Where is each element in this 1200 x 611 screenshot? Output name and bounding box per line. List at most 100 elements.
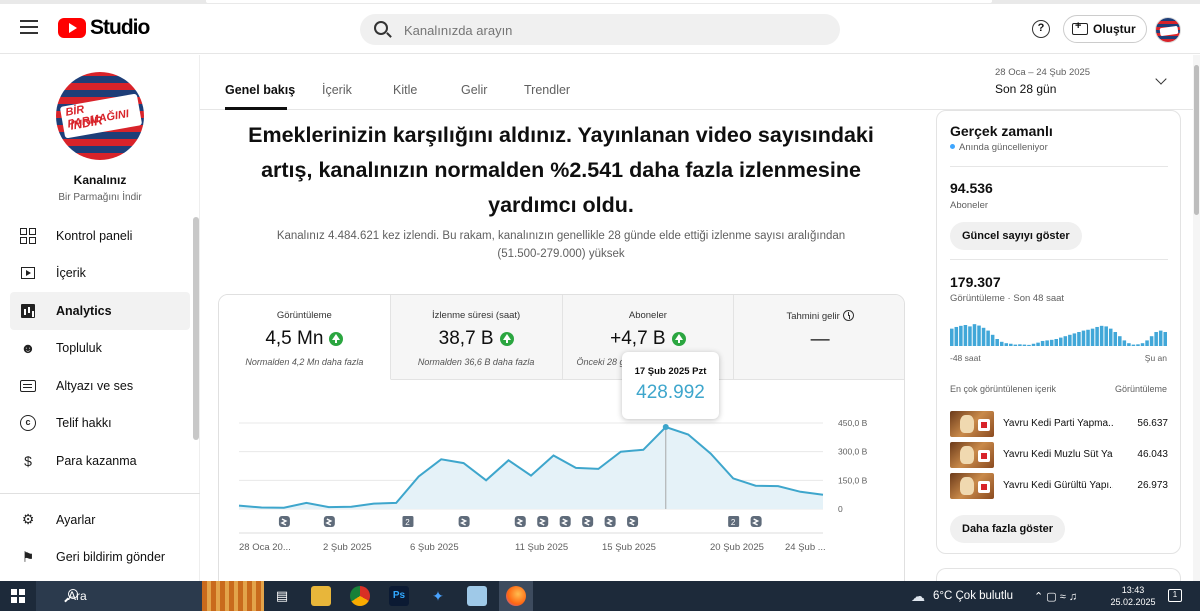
tab-trends[interactable]: Trendler bbox=[524, 83, 570, 97]
youtube-studio-logo[interactable]: Studio bbox=[58, 16, 150, 40]
metric-revenue[interactable]: Tahmini gelir — bbox=[734, 295, 904, 380]
divider bbox=[950, 259, 1168, 260]
realtime-bar bbox=[999, 341, 1004, 346]
realtime-bar bbox=[1099, 325, 1104, 346]
channel-avatar[interactable]: BİR PARMAĞINI İNDİR bbox=[56, 72, 144, 160]
task-view-icon[interactable]: ▤ bbox=[272, 586, 292, 606]
views-area-chart[interactable]: 450,0 B 300,0 B 150,0 B 0 2 2 28 Oca 20... 2 Şu… bbox=[219, 380, 905, 560]
sidebar-divider bbox=[0, 493, 200, 494]
show-current-count-button[interactable]: Güncel sayıyı göster bbox=[950, 222, 1082, 250]
channel-name: Bir Parmağını İndir bbox=[58, 192, 142, 203]
views-label: Görüntüleme · Son 48 saat bbox=[950, 293, 1065, 304]
video-views: 26.973 bbox=[1137, 480, 1168, 491]
file-explorer-icon[interactable] bbox=[311, 586, 331, 606]
sidebar-item-community[interactable]: ☻ Topluluk bbox=[10, 330, 190, 368]
metric-watch-time[interactable]: İzlenme süresi (saat) 38,7 B Normalden 3… bbox=[390, 295, 563, 380]
menu-icon[interactable] bbox=[20, 20, 38, 34]
help-icon[interactable]: ? bbox=[1032, 20, 1050, 38]
realtime-bar bbox=[1068, 334, 1072, 346]
system-tray-icons[interactable]: ⌃ ▢ ≈ ♫ bbox=[1034, 590, 1077, 603]
sidebar-item-analytics[interactable]: Analytics bbox=[10, 292, 190, 330]
sidebar-item-label: İçerik bbox=[56, 266, 86, 281]
divider bbox=[950, 166, 1168, 167]
page-scrollbar[interactable] bbox=[1193, 55, 1200, 581]
tab-content[interactable]: İçerik bbox=[322, 83, 352, 97]
search-highlight-image bbox=[202, 581, 264, 611]
sidebar-item-subtitles[interactable]: Altyazı ve ses bbox=[10, 367, 190, 405]
account-avatar[interactable] bbox=[1155, 17, 1181, 43]
metric-note: Normalden 4,2 Mn daha fazla bbox=[245, 357, 364, 367]
top-content-row[interactable]: Yavru Kedi Muzlu Süt Ya... 46.043 bbox=[950, 442, 1168, 468]
photoshop-icon[interactable]: Ps bbox=[389, 586, 409, 606]
video-title: Yavru Kedi Parti Yapma... bbox=[1003, 418, 1113, 429]
realtime-bar bbox=[1045, 340, 1049, 346]
chart-area-fill bbox=[239, 427, 823, 509]
sidebar-scrollbar[interactable] bbox=[193, 217, 199, 440]
metric-label: Aboneler bbox=[628, 310, 667, 321]
info-icon[interactable] bbox=[842, 310, 854, 321]
tab-audience[interactable]: Kitle bbox=[393, 83, 417, 97]
date-range-dates: 28 Oca – 24 Şub 2025 bbox=[995, 67, 1091, 78]
tab-revenue[interactable]: Gelir bbox=[461, 83, 487, 97]
search-input[interactable] bbox=[404, 20, 804, 40]
upload-count-text: 2 bbox=[405, 518, 410, 527]
sidebar-item-monetization[interactable]: $ Para kazanma bbox=[10, 442, 190, 480]
realtime-bar bbox=[1059, 337, 1063, 346]
realtime-bar bbox=[1036, 342, 1040, 346]
analytics-icon bbox=[20, 303, 36, 319]
metric-value-row: 4,5 Mn bbox=[219, 328, 390, 350]
sidebar-item-content[interactable]: İçerik bbox=[10, 255, 190, 293]
sidebar-item-settings[interactable]: ⚙ Ayarlar bbox=[10, 501, 190, 539]
metric-label: Görüntüleme bbox=[276, 310, 332, 321]
create-video-icon bbox=[1072, 20, 1088, 35]
sidebar-item-feedback[interactable]: ⚑ Geri bildirim gönder bbox=[10, 539, 190, 577]
x-tick-label: 28 Oca 20... bbox=[239, 542, 291, 553]
realtime-bar bbox=[1158, 330, 1163, 346]
tooltip-value: 428.992 bbox=[636, 382, 705, 403]
realtime-bar-chart[interactable] bbox=[950, 316, 1168, 346]
notepad-icon[interactable] bbox=[467, 586, 487, 606]
insight-headline: Emeklerinizin karşılığını aldınız. Yayın… bbox=[248, 123, 874, 217]
weather-text[interactable]: 6°C Çok bulutlu bbox=[933, 590, 1013, 602]
metric-views[interactable]: Görüntüleme 4,5 Mn Normalden 4,2 Mn daha… bbox=[219, 295, 391, 380]
sidebar-item-label: Kontrol paneli bbox=[56, 228, 133, 243]
sidebar-item-label: Telif hakkı bbox=[56, 416, 112, 431]
realtime-bar bbox=[1140, 343, 1145, 346]
app-icon[interactable]: ✦ bbox=[428, 586, 448, 606]
video-thumbnail bbox=[950, 442, 994, 468]
realtime-bar bbox=[972, 324, 977, 346]
metric-value: — bbox=[810, 329, 830, 350]
chrome-icon[interactable] bbox=[350, 586, 370, 606]
tab-overview[interactable]: Genel bakış bbox=[225, 83, 295, 97]
realtime-bar bbox=[1122, 340, 1127, 346]
search-icon bbox=[374, 21, 388, 35]
top-content-row[interactable]: Yavru Kedi Gürültü Yapı... 26.973 bbox=[950, 473, 1168, 499]
realtime-bar bbox=[1154, 332, 1158, 346]
sidebar-item-label: Ayarlar bbox=[56, 512, 96, 527]
x-tick-label: 6 Şub 2025 bbox=[410, 542, 459, 553]
chevron-down-icon[interactable] bbox=[1155, 73, 1167, 85]
sidebar-item-dashboard[interactable]: Kontrol paneli bbox=[10, 217, 190, 255]
windows-start-icon[interactable] bbox=[11, 589, 25, 603]
realtime-bar bbox=[977, 325, 981, 346]
taskbar-search[interactable]: Ara bbox=[36, 581, 202, 611]
search-bar[interactable] bbox=[360, 14, 840, 45]
analytics-tabs: Genel bakış İçerik Kitle Gelir Trendler … bbox=[200, 55, 1200, 110]
sidebar-item-label: Para kazanma bbox=[56, 453, 137, 468]
show-more-button[interactable]: Daha fazla göster bbox=[950, 515, 1066, 543]
realtime-panel: Gerçek zamanlı Anında güncelleniyor 94.5… bbox=[936, 110, 1181, 554]
taskbar-clock[interactable]: 13:43 25.02.2025 bbox=[1110, 584, 1156, 608]
realtime-status-text: Anında güncelleniyor bbox=[959, 142, 1048, 153]
up-arrow-icon bbox=[671, 332, 686, 346]
firefox-icon[interactable] bbox=[506, 586, 526, 606]
create-button[interactable]: Oluştur bbox=[1063, 15, 1147, 43]
realtime-bar bbox=[1127, 343, 1131, 346]
metrics-card: Görüntüleme 4,5 Mn Normalden 4,2 Mn daha… bbox=[218, 294, 905, 594]
top-content-header: En çok görüntülenen içerik bbox=[950, 384, 1057, 394]
date-range-picker[interactable]: 28 Oca – 24 Şub 2025 Son 28 gün bbox=[995, 67, 1090, 96]
subscriber-label: Aboneler bbox=[950, 200, 989, 211]
realtime-bar bbox=[1063, 336, 1068, 346]
sidebar-item-copyright[interactable]: c Telif hakkı bbox=[10, 405, 190, 443]
top-content-row[interactable]: Yavru Kedi Parti Yapma... 56.637 bbox=[950, 411, 1168, 437]
notification-icon[interactable]: 1 bbox=[1168, 589, 1182, 602]
